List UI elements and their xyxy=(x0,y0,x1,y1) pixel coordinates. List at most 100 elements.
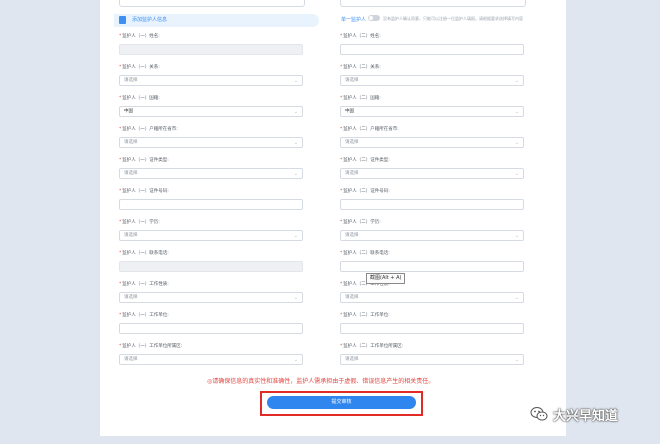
required-mark: * xyxy=(119,96,122,101)
single-guardian-note: 没有监护人确认同意，只能可以注册一位监护人填报，请根据要求选择填写内容 xyxy=(383,16,523,21)
field-label-text: 监护人（一）联系电话: xyxy=(122,251,169,256)
single-guardian-label: 单一监护人 xyxy=(341,17,367,23)
select-field[interactable]: 请选择 ⌄ xyxy=(340,354,524,365)
text-input[interactable] xyxy=(340,44,524,55)
required-mark: * xyxy=(119,282,122,287)
field-label-text: 监护人（二）户籍所在省市: xyxy=(343,127,399,132)
required-mark: * xyxy=(340,189,343,194)
field-label-text: 监护人（二）工作单位: xyxy=(343,313,390,318)
select-field[interactable]: 请选择 ⌄ xyxy=(119,137,303,148)
select-field[interactable]: 请选择 ⌄ xyxy=(119,75,303,86)
field-label-text: 监护人（一）证件号码: xyxy=(122,189,169,194)
chevron-down-icon: ⌄ xyxy=(514,171,519,177)
guardian-1-field-label: *监护人（一）关系: xyxy=(119,65,160,71)
required-mark: * xyxy=(340,313,343,318)
field-label-text: 监护人（一）国籍: xyxy=(122,96,160,101)
warning-text: ◎请确保信息的真实性和准确性，监护人需承担由于虚假、错误信息产生的相关责任。 xyxy=(207,378,435,385)
field-label-text: 监护人（一）户籍所在省市: xyxy=(122,127,178,132)
required-mark: * xyxy=(340,34,343,39)
watermark: 大兴早知道 xyxy=(530,404,618,424)
required-mark: * xyxy=(119,220,122,225)
field-value: 请选择 xyxy=(345,140,359,145)
required-mark: * xyxy=(340,65,343,70)
required-mark: * xyxy=(340,127,343,132)
field-value: 请选择 xyxy=(124,171,138,176)
select-field[interactable]: 中国 ⌄ xyxy=(119,106,303,117)
guardian-1-field-label: *监护人（一）证件类型: xyxy=(119,158,169,164)
text-input[interactable] xyxy=(119,199,303,210)
select-field[interactable]: 请选择 ⌄ xyxy=(119,292,303,303)
wechat-icon xyxy=(530,406,548,422)
guardian-1-field-label: *监护人（一）工作单位所属区: xyxy=(119,344,182,350)
prior-field-right[interactable] xyxy=(340,0,526,7)
guardian-2-field-label: *监护人（二）学历: xyxy=(340,220,381,226)
required-mark: * xyxy=(340,344,343,349)
chevron-down-icon: ⌄ xyxy=(293,233,298,239)
field-label-text: 监护人（一）工作单位所属区: xyxy=(122,344,183,349)
chevron-down-icon: ⌄ xyxy=(514,109,519,115)
required-mark: * xyxy=(340,158,343,163)
field-value: 中国 xyxy=(124,109,133,114)
field-label-text: 监护人（二）工作单位所属区: xyxy=(343,344,404,349)
chevron-down-icon: ⌄ xyxy=(293,171,298,177)
chevron-down-icon: ⌄ xyxy=(514,357,519,363)
watermark-text: 大兴早知道 xyxy=(553,408,619,424)
guardian-2-field-label: *监护人（二）工作单位所属区: xyxy=(340,344,403,350)
text-input[interactable] xyxy=(119,323,303,334)
required-mark: * xyxy=(340,220,343,225)
required-mark: * xyxy=(119,158,122,163)
chevron-down-icon: ⌄ xyxy=(514,233,519,239)
form-page: 添加监护人信息 单一监护人 没有监护人确认同意，只能可以注册一位监护人填报，请根… xyxy=(100,0,566,436)
chevron-down-icon: ⌄ xyxy=(514,140,519,146)
single-guardian-toggle[interactable] xyxy=(368,15,380,21)
required-mark: * xyxy=(119,189,122,194)
select-field[interactable]: 请选择 ⌄ xyxy=(119,230,303,241)
select-field[interactable]: 请选择 ⌄ xyxy=(340,137,524,148)
required-mark: * xyxy=(340,251,343,256)
field-label-text: 监护人（一）工作性质: xyxy=(122,282,169,287)
field-value: 请选择 xyxy=(345,233,359,238)
field-value: 请选择 xyxy=(345,357,359,362)
text-input[interactable] xyxy=(119,44,303,55)
required-mark: * xyxy=(340,96,343,101)
field-value: 请选择 xyxy=(345,78,359,83)
guardian-2-field-label: *监护人（二）国籍: xyxy=(340,96,381,102)
select-field[interactable]: 请选择 ⌄ xyxy=(340,230,524,241)
field-label-text: 监护人（二）证件号码: xyxy=(343,189,390,194)
guardian-2-field-label: *监护人（二）姓名: xyxy=(340,34,381,40)
guardian-2-field-label: *监护人（二）证件类型: xyxy=(340,158,390,164)
select-field[interactable]: 请选择 ⌄ xyxy=(119,354,303,365)
text-input[interactable] xyxy=(340,261,524,272)
submit-button[interactable]: 提交审核 xyxy=(267,396,416,409)
guardian-1-field-label: *监护人（一）工作单位: xyxy=(119,313,169,319)
chevron-down-icon: ⌄ xyxy=(293,295,298,301)
chevron-down-icon: ⌄ xyxy=(514,78,519,84)
guardian-1-field-label: *监护人（一）姓名: xyxy=(119,34,160,40)
required-mark: * xyxy=(340,282,343,287)
field-value: 请选择 xyxy=(124,140,138,145)
select-field[interactable]: 中国 ⌄ xyxy=(340,106,524,117)
text-input[interactable] xyxy=(340,323,524,334)
guardian-2-field-label: *监护人（二）关系: xyxy=(340,65,381,71)
field-value: 请选择 xyxy=(124,78,138,83)
field-value: 请选择 xyxy=(124,357,138,362)
text-input[interactable] xyxy=(340,199,524,210)
select-field[interactable]: 请选择 ⌄ xyxy=(340,168,524,179)
chevron-down-icon: ⌄ xyxy=(293,357,298,363)
prior-field-left[interactable] xyxy=(119,0,305,7)
document-icon xyxy=(119,16,126,24)
guardian-1-field-label: *监护人（一）户籍所在省市: xyxy=(119,127,178,133)
field-value: 中国 xyxy=(345,109,354,114)
select-field[interactable]: 请选择 ⌄ xyxy=(340,75,524,86)
field-label-text: 监护人（二）联系电话: xyxy=(343,251,390,256)
required-mark: * xyxy=(119,34,122,39)
screenshot-tooltip: 截图(Alt + A) xyxy=(366,273,406,284)
text-input[interactable] xyxy=(119,261,303,272)
field-value: 请选择 xyxy=(124,233,138,238)
field-label-text: 监护人（一）学历: xyxy=(122,220,160,225)
select-field[interactable]: 请选择 ⌄ xyxy=(340,292,524,303)
guardian-1-field-label: *监护人（一）联系电话: xyxy=(119,251,169,257)
select-field[interactable]: 请选择 ⌄ xyxy=(119,168,303,179)
guardian-1-field-label: *监护人（一）国籍: xyxy=(119,96,160,102)
field-label-text: 监护人（二）学历: xyxy=(343,220,381,225)
